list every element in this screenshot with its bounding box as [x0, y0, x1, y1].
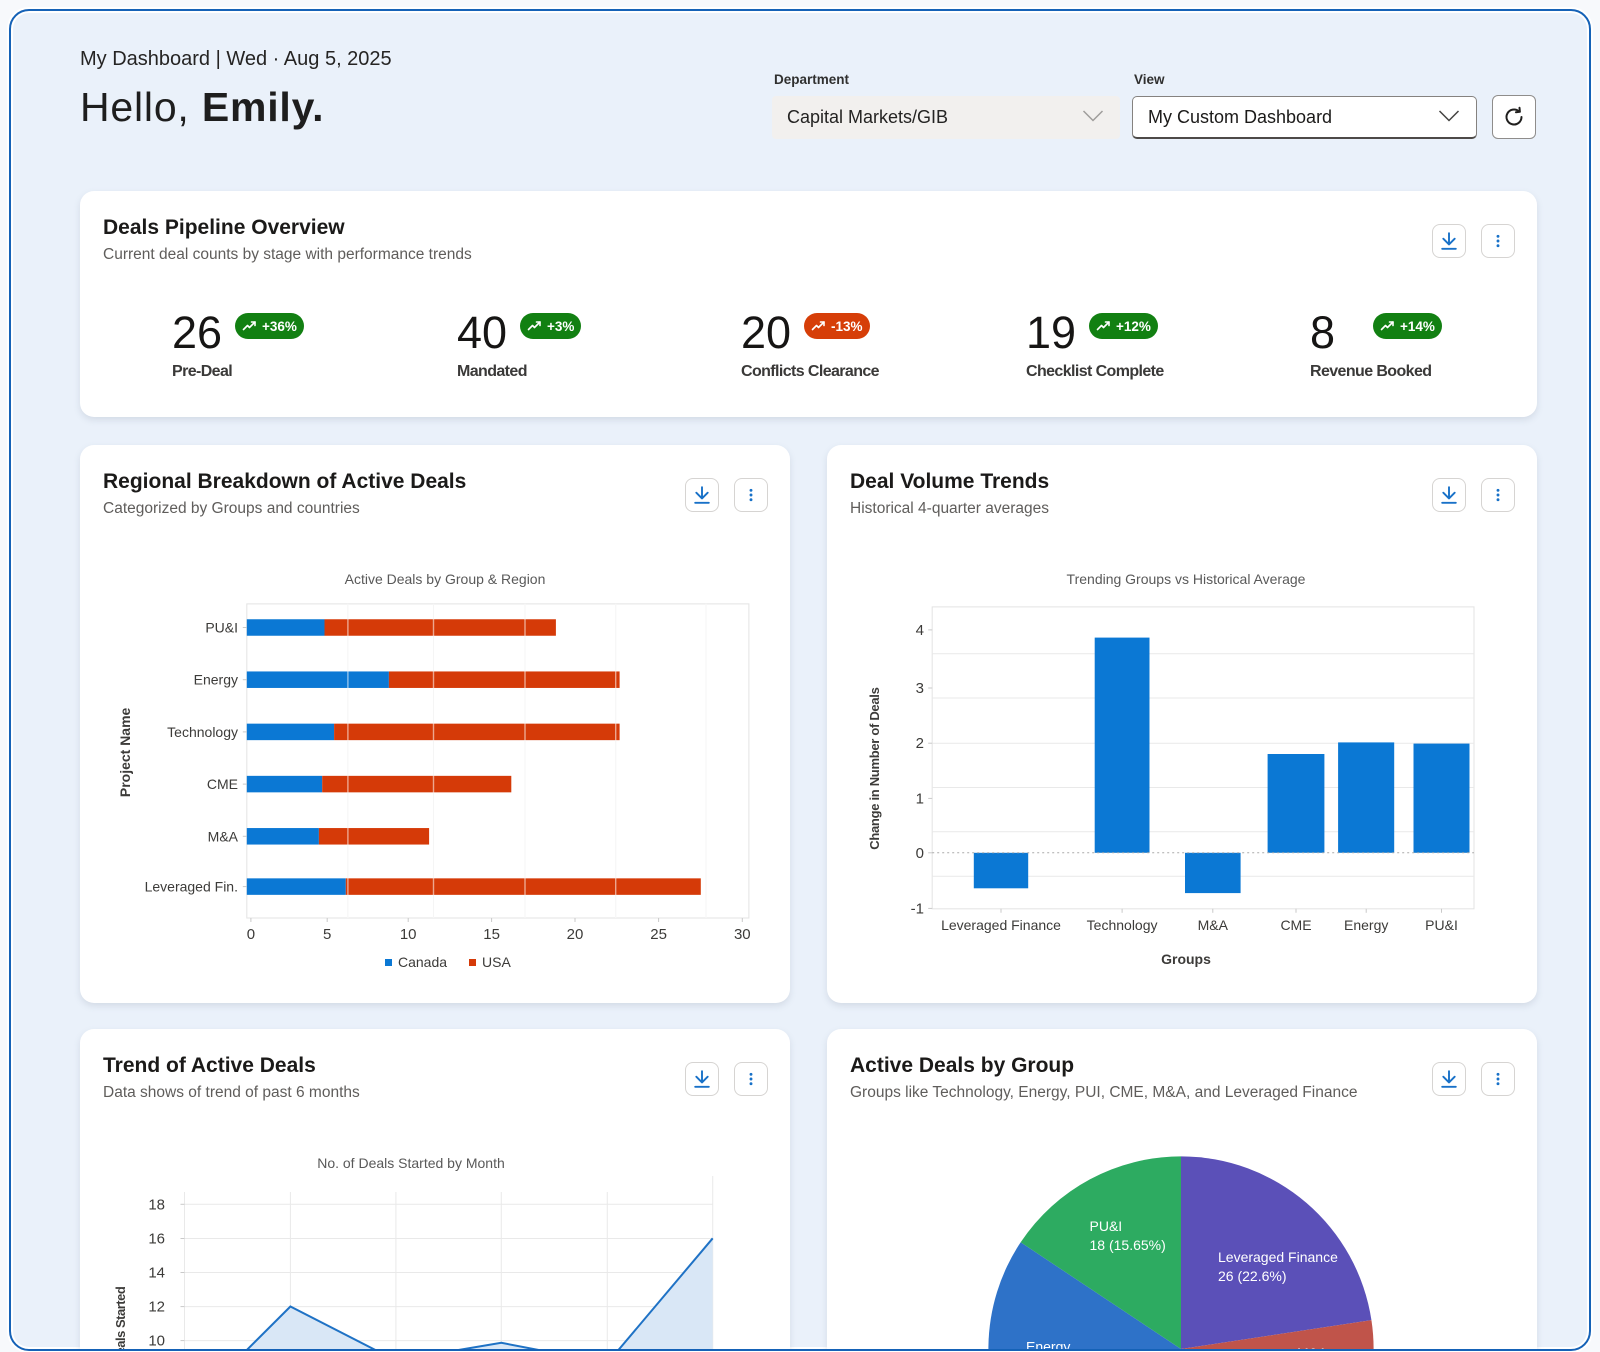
svg-text:Groups: Groups: [1161, 951, 1211, 967]
svg-text:CME: CME: [1280, 917, 1311, 933]
svg-text:3: 3: [916, 680, 924, 697]
svg-text:Leveraged Finance: Leveraged Finance: [941, 917, 1061, 933]
svg-text:12: 12: [148, 1299, 165, 1316]
svg-text:10: 10: [400, 926, 417, 943]
svg-text:1: 1: [916, 790, 924, 807]
svg-text:18: 18: [148, 1196, 165, 1213]
svg-text:Energy: Energy: [1026, 1339, 1070, 1352]
svg-text:Canada: Canada: [398, 954, 447, 970]
svg-text:Active Deals by Group & Region: Active Deals by Group & Region: [345, 571, 546, 587]
svg-text:No. of Deals Started by Month: No. of Deals Started by Month: [317, 1155, 505, 1171]
svg-text:26 (22.6%): 26 (22.6%): [1218, 1268, 1286, 1284]
svg-text:Energy: Energy: [194, 672, 238, 688]
svg-text:Technology: Technology: [167, 724, 238, 740]
svg-text:Trending Groups vs Historical: Trending Groups vs Historical Average: [1067, 571, 1306, 587]
svg-text:Leveraged Fin.: Leveraged Fin.: [145, 879, 238, 895]
svg-text:No. of Deals Started: No. of Deals Started: [113, 1286, 128, 1351]
svg-text:0: 0: [247, 926, 255, 943]
svg-text:M&A: M&A: [1198, 917, 1229, 933]
svg-text:10: 10: [148, 1333, 165, 1350]
svg-text:14: 14: [148, 1265, 165, 1282]
svg-text:PU&I: PU&I: [1090, 1218, 1123, 1234]
svg-text:Energy: Energy: [1344, 917, 1388, 933]
svg-text:0: 0: [916, 845, 924, 862]
svg-text:M&A: M&A: [1297, 1345, 1328, 1351]
svg-text:18 (15.65%): 18 (15.65%): [1090, 1237, 1166, 1253]
svg-text:15: 15: [483, 926, 500, 943]
svg-text:16: 16: [148, 1231, 165, 1248]
svg-text:2: 2: [916, 735, 924, 752]
svg-text:30: 30: [734, 926, 751, 943]
svg-text:USA: USA: [482, 954, 511, 970]
svg-text:PU&I: PU&I: [1425, 917, 1458, 933]
svg-text:25: 25: [650, 926, 667, 943]
svg-text:Change in Number of Deals: Change in Number of Deals: [867, 687, 882, 849]
svg-text:4: 4: [916, 622, 924, 639]
svg-text:Leveraged Finance: Leveraged Finance: [1218, 1249, 1338, 1265]
svg-text:M&A: M&A: [208, 828, 239, 844]
svg-text:-1: -1: [911, 900, 924, 917]
svg-text:CME: CME: [207, 776, 238, 792]
svg-text:Technology: Technology: [1087, 917, 1158, 933]
svg-text:Project Name: Project Name: [117, 707, 133, 797]
svg-text:20: 20: [567, 926, 584, 943]
svg-text:PU&I: PU&I: [205, 620, 238, 636]
svg-text:5: 5: [323, 926, 331, 943]
